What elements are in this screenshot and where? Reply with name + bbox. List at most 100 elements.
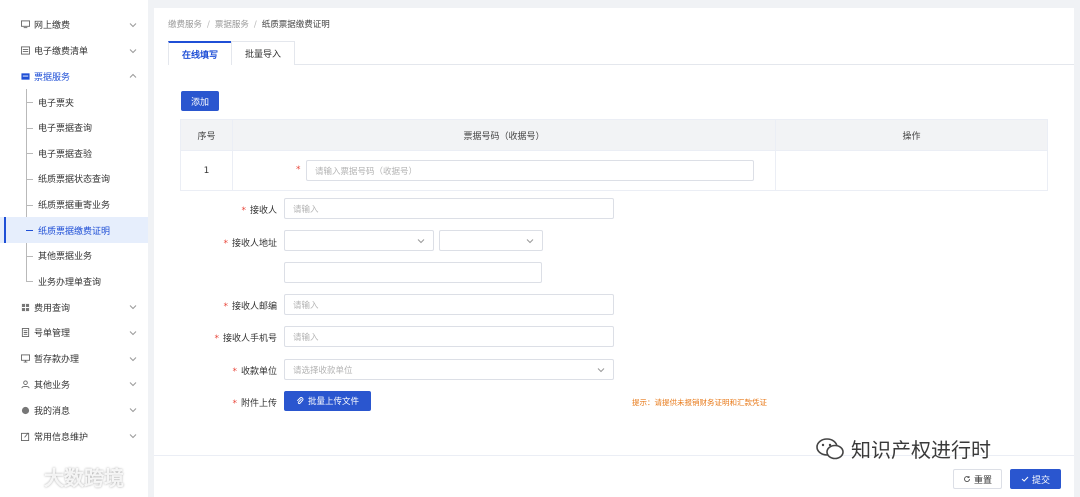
phone-input[interactable]: 请输入: [284, 326, 614, 347]
row-actions: [776, 150, 1047, 190]
nav-item-number-management[interactable]: 号单管理: [0, 320, 148, 346]
wechat-icon: [816, 437, 844, 459]
edit-icon: [20, 431, 30, 441]
submit-label: 提交: [1031, 475, 1050, 486]
address-detail-input[interactable]: [284, 262, 542, 283]
sub-item-e-ticket-query[interactable]: 电子票据查询: [0, 114, 148, 141]
batch-upload-button[interactable]: 批量上传文件: [284, 391, 371, 411]
breadcrumb: 缴费服务 / 票据服务 / 纸质票据缴费证明: [168, 18, 330, 30]
recipient-input[interactable]: 请输入: [284, 198, 614, 219]
sub-item-e-wallet[interactable]: 电子票夹: [0, 89, 148, 115]
table-header: 序号 票据号码（收据号） 操作: [181, 120, 1047, 150]
column-header-index: 序号: [181, 120, 233, 150]
watermark-left-text: 大数跨境: [44, 466, 124, 490]
chevron-down-icon: [128, 302, 138, 312]
label-text: 附件上传: [240, 399, 277, 409]
computer-icon: [20, 20, 30, 30]
nav-label: 费用查询: [34, 303, 71, 314]
doc-icon: [20, 328, 30, 338]
nav-label: 常用信息维护: [34, 432, 89, 443]
label-text: 收款单位: [240, 367, 277, 377]
sidebar: 网上缴费 电子缴费清单 票据服务 电子票夹 电子票据查询 电子票据查验 纸质票据…: [0, 0, 148, 497]
watermark-right: 知识产权进行时: [815, 434, 991, 463]
sub-item-business-form-query[interactable]: 业务办理单查询: [0, 268, 148, 295]
add-button[interactable]: 添加: [181, 91, 219, 111]
nav-label: 我的消息: [34, 406, 71, 417]
nav-item-temporary-deposit[interactable]: 暂存款办理: [0, 346, 148, 372]
payee-select[interactable]: 请选择收款单位: [284, 359, 614, 380]
sub-item-paper-ticket-status[interactable]: 纸质票据状态查询: [0, 166, 148, 192]
column-header-ticket-number: 票据号码（收据号）: [233, 120, 776, 150]
nav-label: 号单管理: [34, 329, 71, 340]
reset-label: 重置: [973, 475, 992, 486]
chevron-down-icon: [128, 431, 138, 441]
label-text: 接收人手机号: [222, 334, 277, 344]
sub-item-e-ticket-verify[interactable]: 电子票据查验: [0, 140, 148, 167]
chevron-down-icon: [128, 405, 138, 415]
monitor-icon: [20, 354, 30, 364]
watermark-right-text: 知识产权进行时: [851, 438, 991, 462]
nav-label: 网上缴费: [34, 21, 71, 32]
chevron-down-icon: [526, 237, 534, 245]
list-icon: [20, 46, 30, 56]
row-index: 1: [181, 150, 233, 190]
main-panel: 缴费服务 / 票据服务 / 纸质票据缴费证明 在线填写 批量导入 添加 序号 票据号码（…: [154, 8, 1074, 497]
tab-online-fill[interactable]: 在线填写: [168, 41, 233, 65]
nav-item-my-messages[interactable]: 我的消息: [0, 397, 148, 423]
message-icon: [20, 405, 30, 415]
label-text: 接收人地址: [231, 239, 277, 249]
reset-button[interactable]: 重置: [953, 469, 1002, 489]
address-city-select[interactable]: [439, 230, 543, 251]
chevron-down-icon: [128, 328, 138, 338]
chevron-down-icon: [417, 237, 425, 245]
nav-label: 暂存款办理: [34, 355, 80, 366]
address-province-select[interactable]: [284, 230, 434, 251]
required-mark: *: [214, 334, 219, 344]
required-mark: *: [232, 367, 237, 377]
refresh-icon: [964, 476, 970, 482]
breadcrumb-separator: /: [207, 20, 210, 30]
recipient-label: * 接收人: [152, 203, 277, 216]
submit-button[interactable]: 提交: [1010, 469, 1061, 489]
chevron-down-icon: [128, 379, 138, 389]
paperclip-icon: [296, 397, 304, 405]
nav-item-online-payment[interactable]: 网上缴费: [0, 12, 148, 38]
tab-bar: 在线填写 批量导入: [168, 41, 1074, 65]
nav-item-fee-query[interactable]: 费用查询: [0, 294, 148, 320]
breadcrumb-item[interactable]: 缴费服务: [168, 20, 202, 30]
attachment-tip: 提示：请提供未报销财务证明和汇款凭证: [632, 398, 767, 407]
postcode-input[interactable]: 请输入: [284, 294, 614, 315]
chevron-down-icon: [597, 366, 605, 374]
label-text: 接收人邮编: [231, 302, 277, 312]
upload-button-label: 批量上传文件: [307, 397, 359, 407]
nav-item-ticket-service[interactable]: 票据服务: [0, 64, 148, 90]
nav-label: 电子缴费清单: [34, 47, 89, 58]
nav-item-other-business[interactable]: 其他业务: [0, 372, 148, 398]
select-placeholder: 请选择收款单位: [293, 365, 353, 376]
payee-label: * 收款单位: [152, 364, 277, 377]
table-row: 1 * 请输入票据号码（收据号）: [181, 150, 1047, 190]
watermark-logo-icon: [10, 468, 36, 485]
nav-label: 其他业务: [34, 380, 71, 391]
chevron-up-icon: [128, 71, 138, 81]
check-icon: [1021, 476, 1029, 482]
breadcrumb-item[interactable]: 票据服务: [215, 20, 249, 30]
breadcrumb-separator: /: [253, 20, 257, 30]
sub-item-other-tickets[interactable]: 其他票据业务: [0, 242, 148, 269]
sub-item-paper-ticket-certificate[interactable]: 纸质票据缴费证明: [0, 217, 148, 243]
people-icon: [20, 379, 30, 389]
required-mark: *: [223, 302, 228, 312]
ticket-number-input[interactable]: 请输入票据号码（收据号）: [306, 160, 754, 181]
nav-label: 票据服务: [34, 72, 71, 83]
phone-label: * 接收人手机号: [152, 331, 277, 344]
required-mark: *: [232, 399, 237, 409]
required-mark: *: [296, 165, 301, 175]
sub-item-paper-ticket-resend[interactable]: 纸质票据重寄业务: [0, 191, 148, 218]
chevron-down-icon: [128, 46, 138, 56]
ticket-icon: [20, 71, 30, 81]
label-text: 接收人: [249, 206, 277, 216]
tab-batch-import[interactable]: 批量导入: [231, 41, 296, 65]
nav-item-e-payment-list[interactable]: 电子缴费清单: [0, 38, 148, 64]
required-mark: *: [241, 206, 246, 216]
nav-item-info-maintenance[interactable]: 常用信息维护: [0, 423, 148, 449]
